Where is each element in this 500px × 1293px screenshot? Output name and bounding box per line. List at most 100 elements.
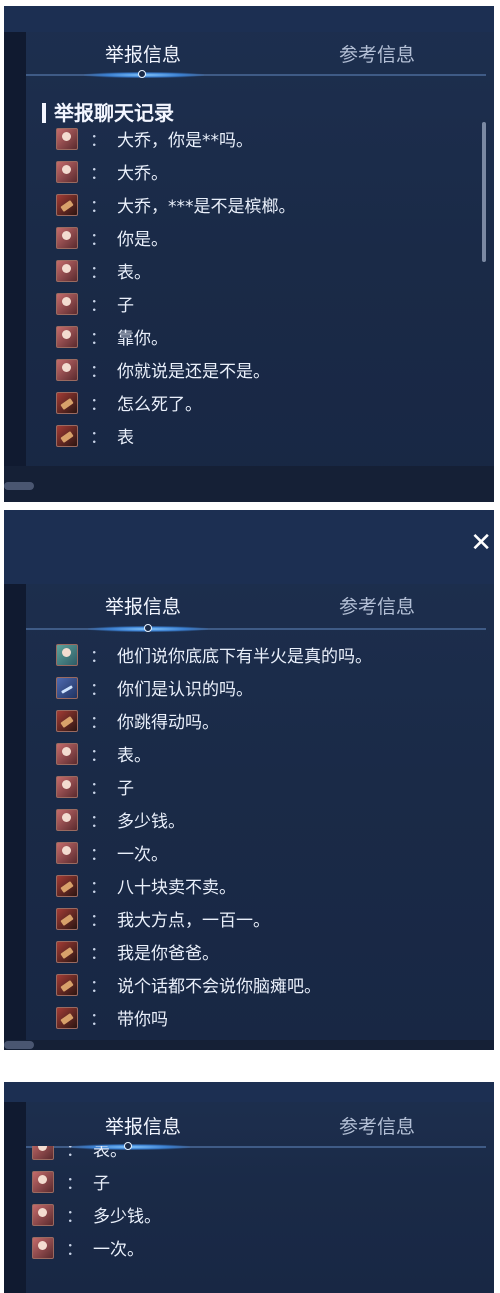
chat-message-row: ：表 bbox=[56, 419, 474, 452]
message-separator: ： bbox=[90, 977, 107, 997]
message-separator: ： bbox=[90, 944, 107, 964]
chat-message-row: ： 说个话都不会说你脑瘫吧。 bbox=[56, 968, 474, 1001]
hero-avatar-icon bbox=[56, 358, 78, 381]
chat-message-row: ： 你跳得动吗。 bbox=[56, 704, 474, 737]
hero-avatar-icon bbox=[56, 973, 78, 996]
message-text: 我大方点，一百一。 bbox=[117, 911, 270, 931]
report-panel-2: ✕ 举报信息 参考信息 ： 他们说你底底下有半火是真的吗。 ： 你们是认识的吗。 ： 你跳… bbox=[4, 510, 494, 1050]
message-separator: ： bbox=[90, 878, 107, 898]
message-separator: ： bbox=[66, 1146, 83, 1161]
message-text: 靠你。 bbox=[117, 329, 168, 349]
chat-message-row: ： 多少钱。 bbox=[56, 803, 474, 836]
report-panel-3: 举报信息 参考信息 ：表。：子 ： 多少钱。 ： 一次。 bbox=[4, 1082, 494, 1293]
chat-message-row: ： 表。 bbox=[56, 254, 474, 287]
message-text: 子 bbox=[117, 296, 134, 316]
message-text: 大乔。 bbox=[117, 164, 168, 184]
hero-avatar-icon bbox=[32, 1170, 54, 1193]
tab-reference-info[interactable]: 参考信息 bbox=[260, 40, 494, 67]
tab-reference-info[interactable]: 参考信息 bbox=[260, 592, 494, 619]
chat-message-list[interactable]: ： 大乔，你是**吗。 ： 大乔。 ： 大乔，***是不是槟榔。 ： 你是。 ： 表。 ： 子 ： 靠你。… bbox=[56, 122, 474, 460]
scrollbar-thumb[interactable] bbox=[482, 122, 486, 262]
message-separator: ： bbox=[90, 362, 107, 382]
hero-avatar-icon bbox=[56, 1006, 78, 1029]
hero-avatar-icon bbox=[56, 907, 78, 930]
chat-message-list[interactable]: ：他们说你底底下有半火是真的吗。：你们是认识的吗。：你跳得动吗。：表。：子：多少… bbox=[56, 638, 474, 1030]
hero-avatar-icon bbox=[56, 259, 78, 282]
chat-message-row: ： 大乔，***是不是槟榔。 bbox=[56, 188, 474, 221]
chat-message-row: ： 靠你。 bbox=[56, 320, 474, 353]
message-text: 大乔，***是不是槟榔。 bbox=[117, 197, 296, 217]
message-separator: ： bbox=[90, 263, 107, 283]
message-text: 八十块卖不卖。 bbox=[117, 878, 236, 898]
top-strip bbox=[4, 1082, 494, 1102]
chat-message-row: ： 怎么死了。 bbox=[56, 386, 474, 419]
chat-message-row: ： 一次。 bbox=[56, 836, 474, 869]
hero-avatar-icon bbox=[56, 874, 78, 897]
hero-avatar-icon bbox=[56, 841, 78, 864]
message-text: 我是你爸爸。 bbox=[117, 944, 219, 964]
close-icon[interactable]: ✕ bbox=[470, 530, 492, 556]
message-separator: ： bbox=[90, 197, 107, 217]
chat-message-list[interactable]: ：表。：子 ： 多少钱。 ： 一次。 bbox=[32, 1146, 474, 1293]
hero-avatar-icon bbox=[56, 193, 78, 216]
message-text: 多少钱。 bbox=[117, 812, 185, 832]
chat-message-row: ： 你们是认识的吗。 bbox=[56, 671, 474, 704]
chat-message-row: ： 你就说是还是不是。 bbox=[56, 353, 474, 386]
left-rail bbox=[4, 32, 26, 502]
message-text: 你是。 bbox=[117, 230, 168, 250]
hero-avatar-icon bbox=[56, 391, 78, 414]
hero-avatar-icon bbox=[56, 940, 78, 963]
message-separator: ： bbox=[90, 713, 107, 733]
hero-avatar-icon bbox=[56, 325, 78, 348]
hero-avatar-icon bbox=[56, 775, 78, 798]
message-separator: ： bbox=[90, 428, 107, 448]
hero-avatar-icon bbox=[56, 742, 78, 765]
message-text: 表。 bbox=[117, 746, 151, 766]
chat-message-row: ：子 bbox=[32, 1165, 474, 1198]
bottom-scroll-knob[interactable] bbox=[4, 482, 34, 490]
hero-avatar-icon bbox=[32, 1236, 54, 1259]
message-separator: ： bbox=[90, 746, 107, 766]
message-separator: ： bbox=[66, 1207, 83, 1227]
tab-report-info[interactable]: 举报信息 bbox=[26, 40, 260, 67]
chat-message-row: ：子 bbox=[56, 770, 474, 803]
message-separator: ： bbox=[90, 164, 107, 184]
chat-message-row: ： 大乔。 bbox=[56, 155, 474, 188]
hero-avatar-icon bbox=[56, 676, 78, 699]
message-separator: ： bbox=[90, 329, 107, 349]
report-panel-1: 举报信息 参考信息 举报聊天记录 ：大乔，你是**吗。：大乔。：大乔，***是不… bbox=[4, 6, 494, 502]
message-text: 他们说你底底下有半火是真的吗。 bbox=[117, 647, 372, 667]
chat-message-row: ： 八十块卖不卖。 bbox=[56, 869, 474, 902]
chat-message-row: ： 一次。 bbox=[32, 1231, 474, 1264]
message-text: 大乔，你是**吗。 bbox=[117, 131, 253, 151]
message-text: 表。 bbox=[117, 263, 151, 283]
message-text: 子 bbox=[117, 779, 134, 799]
chat-message-row: ： 表。 bbox=[32, 1146, 474, 1165]
message-separator: ： bbox=[90, 647, 107, 667]
left-rail bbox=[4, 1102, 26, 1293]
hero-avatar-icon bbox=[56, 424, 78, 447]
hero-avatar-icon bbox=[56, 808, 78, 831]
message-text: 一次。 bbox=[93, 1240, 144, 1260]
message-separator: ： bbox=[90, 395, 107, 415]
message-text: 你跳得动吗。 bbox=[117, 713, 219, 733]
message-separator: ： bbox=[90, 1010, 107, 1030]
bottom-scroll-knob[interactable] bbox=[4, 1041, 34, 1049]
message-separator: ： bbox=[90, 779, 107, 799]
chat-message-row: ： 多少钱。 bbox=[32, 1198, 474, 1231]
top-strip bbox=[4, 6, 494, 32]
message-separator: ： bbox=[90, 911, 107, 931]
tab-report-info[interactable]: 举报信息 bbox=[26, 1112, 260, 1139]
message-separator: ： bbox=[90, 230, 107, 250]
chat-message-row: ： 你是。 bbox=[56, 221, 474, 254]
message-text: 多少钱。 bbox=[93, 1207, 161, 1227]
tab-reference-info[interactable]: 参考信息 bbox=[260, 1112, 494, 1139]
hero-avatar-icon bbox=[56, 226, 78, 249]
message-separator: ： bbox=[90, 680, 107, 700]
tab-report-info[interactable]: 举报信息 bbox=[26, 592, 260, 619]
message-separator: ： bbox=[66, 1240, 83, 1260]
message-text: 表 bbox=[117, 428, 134, 448]
top-strip bbox=[4, 510, 494, 584]
chat-message-row: ： 表。 bbox=[56, 737, 474, 770]
hero-avatar-icon bbox=[56, 160, 78, 183]
